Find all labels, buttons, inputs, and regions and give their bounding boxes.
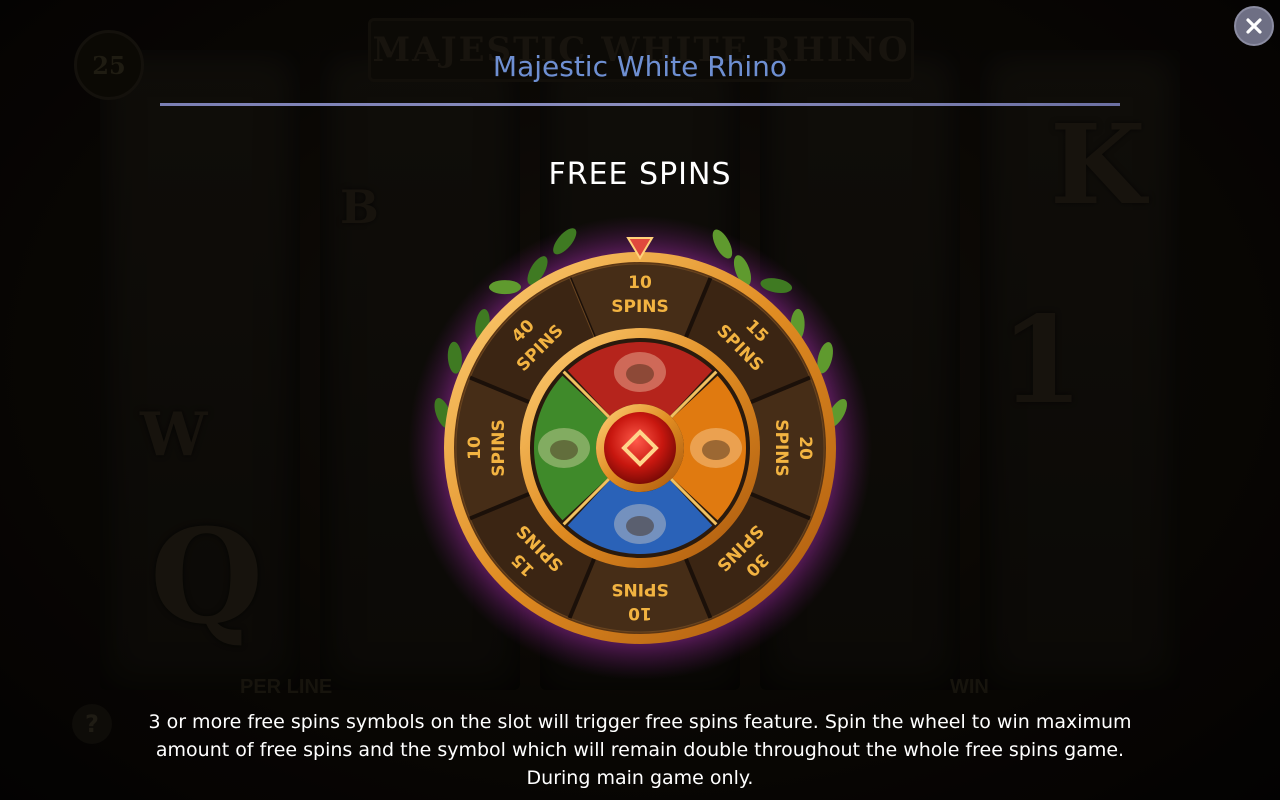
segment-count: 20 (795, 436, 815, 460)
segment-count: 10 (628, 603, 652, 623)
game-screen: W B K 1 Q 25 MAJESTIC WHITE RHINO PER LI… (0, 0, 1280, 800)
wheel-graphic: 10SPINS15SPINS20SPINS30SPINS10SPINS15SPI… (408, 216, 872, 680)
feature-description: 3 or more free spins symbols on the slot… (140, 708, 1140, 792)
description-line-3: During main game only. (526, 767, 754, 789)
lion-icon-detail (702, 440, 730, 460)
leaf-icon (489, 280, 522, 295)
close-icon (1246, 18, 1262, 34)
segment-count: 10 (465, 436, 485, 460)
segment-unit: SPINS (611, 579, 669, 599)
free-spins-wheel: 10 SPINS 15 SPINS 20 SPINS 30 SPINS 10 SPINS 15 SPI… (400, 216, 880, 680)
description-line-2: amount of free spins and the symbol whic… (155, 739, 1125, 761)
segment-count: 10 (628, 273, 652, 293)
giraffe-icon-detail (550, 440, 578, 460)
description-line-1: 3 or more free spins symbols on the slot… (148, 711, 1132, 733)
segment-unit: SPINS (771, 419, 791, 477)
section-title: FREE SPINS (548, 157, 732, 192)
wheel-hub (604, 412, 676, 484)
segment-unit: SPINS (489, 419, 509, 477)
paytable-game-title: Majestic White Rhino (492, 50, 788, 83)
close-button[interactable] (1234, 6, 1274, 46)
title-divider (160, 103, 1120, 106)
segment-unit: SPINS (611, 297, 669, 317)
rhino-icon-detail (626, 516, 654, 536)
zebra-icon-detail (626, 364, 654, 384)
